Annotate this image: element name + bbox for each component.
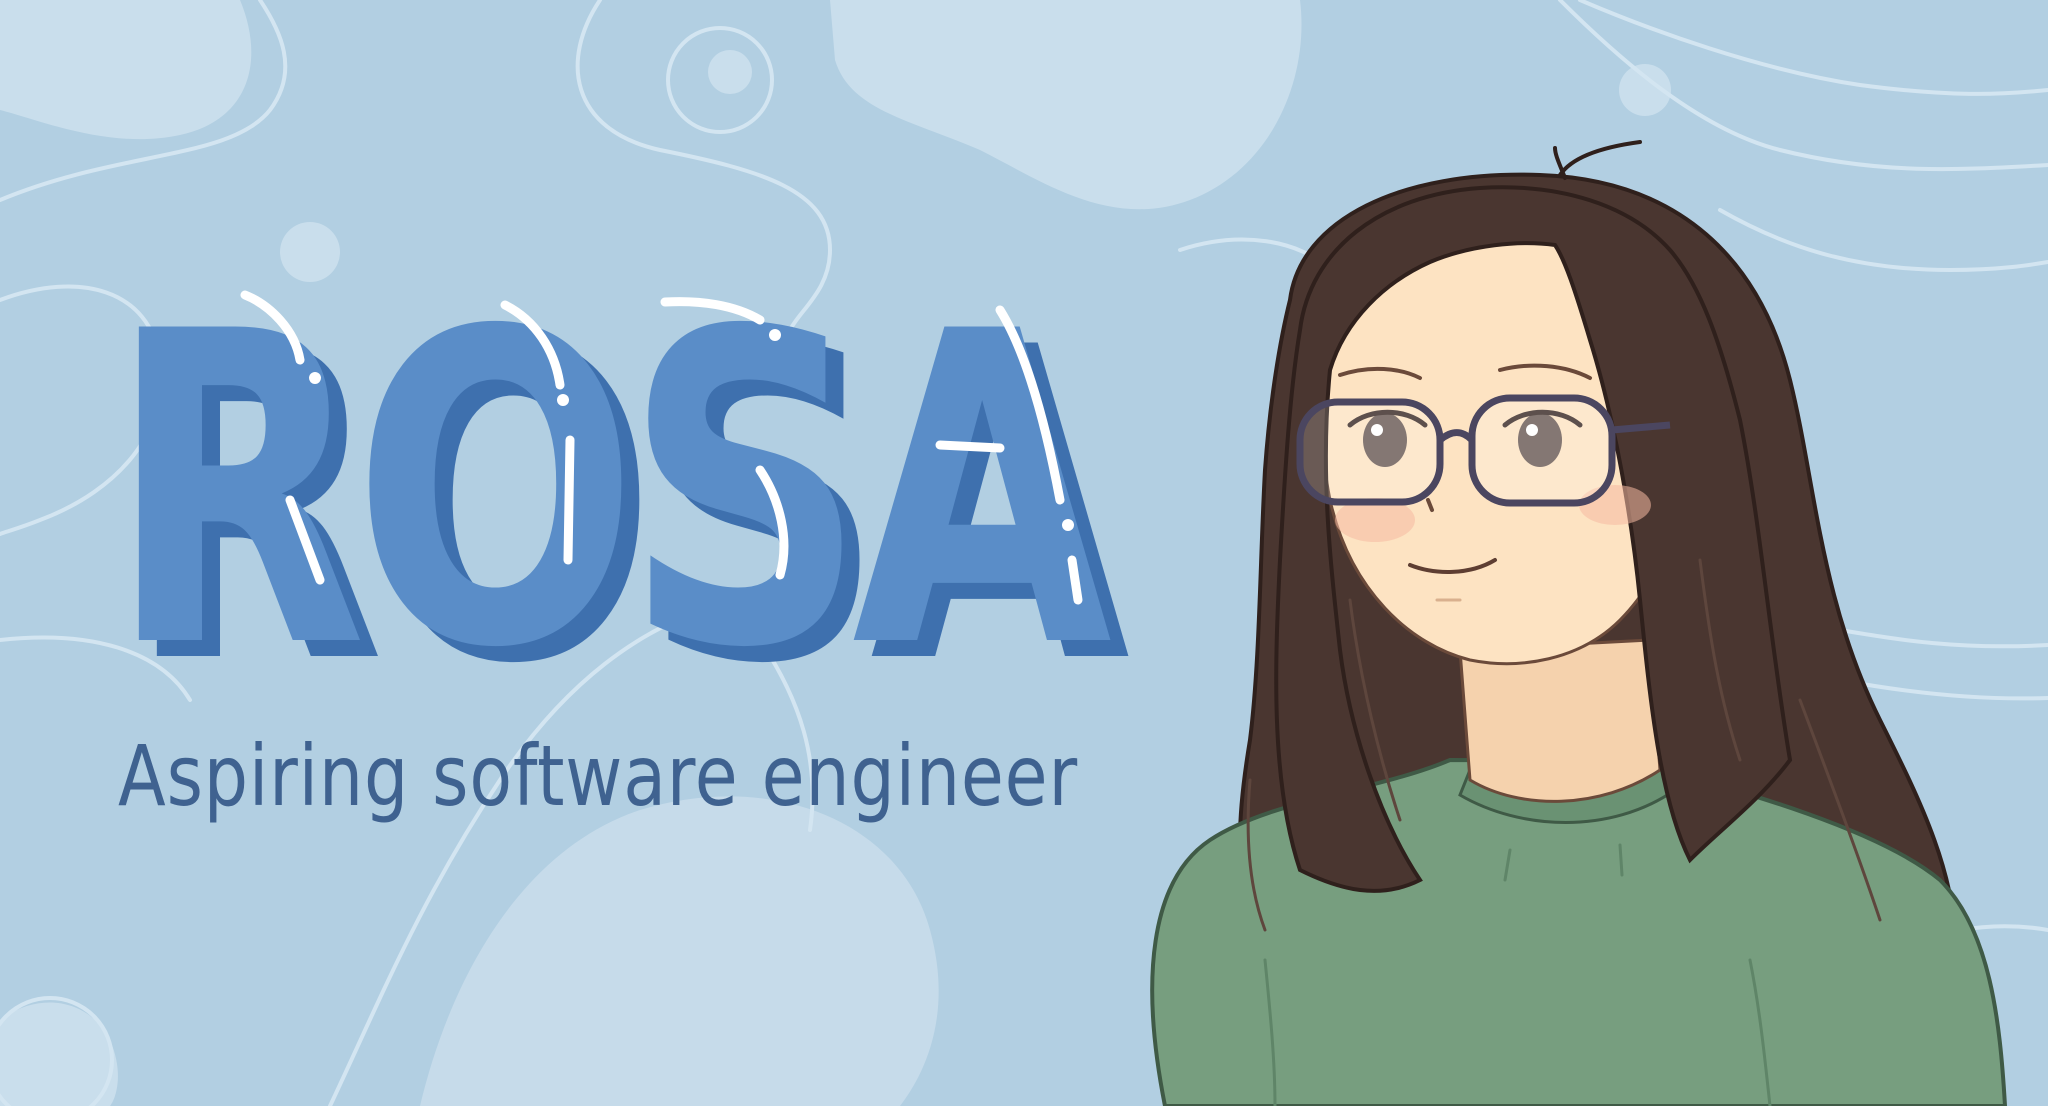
blob-top-left <box>0 0 252 140</box>
fold-4 <box>1618 843 1624 877</box>
glasses-lens-left <box>1296 398 1444 506</box>
sparkle-2 <box>557 394 569 406</box>
highlight-o-low <box>563 435 575 565</box>
glasses-arm <box>1611 421 1671 434</box>
tagline: Aspiring software engineer <box>118 727 1078 825</box>
title-text: ROSA <box>108 242 1115 742</box>
glasses-lens-right <box>1468 394 1616 507</box>
title: ROSA ROSA <box>108 242 1151 758</box>
banner-canvas: ROSA ROSA Aspiring software engineer <box>0 0 2048 1106</box>
sparkle-3 <box>769 329 781 341</box>
dot-bottom <box>3 1048 47 1092</box>
highlight-a-leg <box>1067 555 1083 605</box>
highlight-a-bar <box>935 440 1005 453</box>
sparkle-4 <box>1062 519 1074 531</box>
ring-top-inner <box>708 50 752 94</box>
banner-scene: ROSA ROSA Aspiring software engineer <box>0 0 2048 1106</box>
sparkle-1 <box>309 372 321 384</box>
